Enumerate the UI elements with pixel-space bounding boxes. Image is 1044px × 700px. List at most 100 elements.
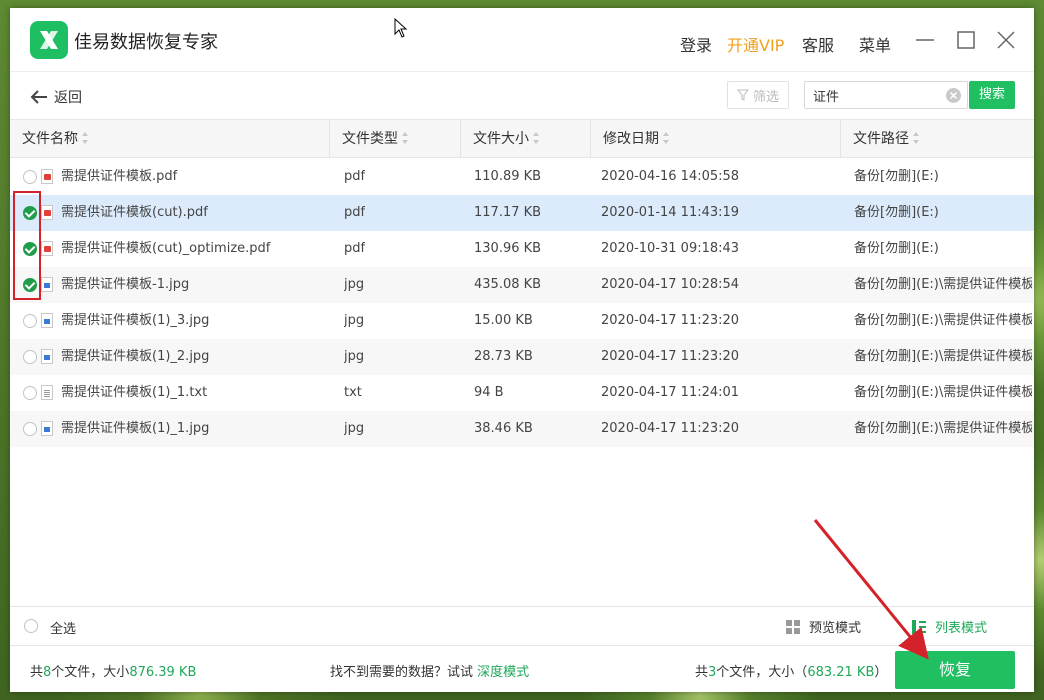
table-row[interactable]: 需提供证件模板(cut).pdf pdf 117.17 KB 2020-01-1…	[10, 195, 1034, 231]
close-icon[interactable]	[994, 28, 1018, 52]
funnel-icon	[736, 89, 749, 101]
column-header-label: 文件类型	[342, 131, 398, 147]
restore-button[interactable]: 恢复	[895, 651, 1015, 689]
table-row[interactable]: 需提供证件模板(1)_3.jpg jpg 15.00 KB 2020-04-17…	[10, 303, 1034, 339]
file-path: 备份[勿删](E:)\需提供证件模板(	[854, 385, 1032, 400]
row-checkbox[interactable]	[23, 314, 37, 328]
file-size: 110.89 KB	[474, 169, 542, 184]
search-field	[804, 81, 968, 109]
checked-rows-highlight-box	[13, 191, 41, 300]
table-header: 文件名称 文件类型 文件大小 修改日期 文件路径	[10, 120, 1034, 158]
grid-icon	[786, 619, 800, 634]
deep-mode-link[interactable]: 深度模式	[477, 665, 529, 680]
preview-mode-button[interactable]: 预览模式	[785, 617, 861, 636]
file-date: 2020-04-16 14:05:58	[601, 169, 740, 184]
sort-icon	[82, 132, 88, 144]
vip-link[interactable]: 开通VIP	[727, 32, 784, 56]
deep-scan-hint: 找不到需要的数据？试试 深度模式	[330, 661, 529, 680]
image-file-icon	[41, 421, 53, 436]
file-name: 需提供证件模板(1)_3.jpg	[61, 313, 210, 328]
file-type: jpg	[344, 421, 365, 436]
file-path: 备份[勿删](E:)\需提供证件模板(	[854, 313, 1032, 328]
text-file-icon	[41, 385, 53, 400]
total-files-summary: 共8个文件，大小876.39 KB	[30, 661, 196, 680]
minimize-icon[interactable]	[913, 28, 937, 52]
row-checkbox[interactable]	[23, 386, 37, 400]
clear-search-icon[interactable]	[946, 88, 961, 103]
app-logo-icon	[30, 21, 68, 59]
table-row[interactable]: 需提供证件模板-1.jpg jpg 435.08 KB 2020-04-17 1…	[10, 267, 1034, 303]
column-header-type[interactable]: 文件类型	[330, 120, 461, 158]
file-size: 435.08 KB	[474, 277, 542, 292]
file-name: 需提供证件模板-1.jpg	[61, 277, 190, 292]
select-all-label[interactable]: 全选	[50, 618, 76, 637]
file-path: 备份[勿删](E:)	[854, 169, 939, 184]
file-name: 需提供证件模板(1)_2.jpg	[61, 349, 210, 364]
file-path: 备份[勿删](E:)\需提供证件模板	[854, 277, 1032, 292]
maximize-icon[interactable]	[954, 28, 978, 52]
selection-bar: 全选 预览模式 列表模式	[10, 606, 1034, 644]
not-found-text: 找不到需要的数据？试试	[330, 665, 474, 680]
sort-icon	[663, 132, 669, 144]
search-button[interactable]: 搜索	[969, 81, 1015, 109]
file-type: jpg	[344, 277, 365, 292]
pdf-file-icon	[41, 241, 53, 256]
file-date: 2020-04-17 11:23:20	[601, 349, 740, 364]
service-link[interactable]: 客服	[802, 32, 834, 56]
search-input[interactable]	[813, 86, 939, 104]
column-header-size[interactable]: 文件大小	[461, 120, 591, 158]
selected-prefix: 共	[695, 665, 709, 680]
file-date: 2020-04-17 10:28:54	[601, 277, 740, 292]
file-type: pdf	[344, 169, 366, 184]
select-all-checkbox[interactable]	[24, 619, 38, 633]
column-header-label: 修改日期	[603, 131, 659, 147]
row-checkbox[interactable]	[23, 170, 37, 184]
sort-icon	[913, 132, 919, 144]
selected-suffix: ）	[874, 665, 888, 680]
sort-icon	[402, 132, 408, 144]
preview-mode-label: 预览模式	[809, 621, 862, 636]
column-header-date[interactable]: 修改日期	[591, 120, 841, 158]
file-path: 备份[勿删](E:)	[854, 241, 939, 256]
file-date: 2020-04-17 11:23:20	[601, 313, 740, 328]
file-name: 需提供证件模板.pdf	[61, 169, 178, 184]
selected-size: 683.21 KB	[807, 665, 875, 680]
table-row[interactable]: 需提供证件模板(1)_1.txt txt 94 B 2020-04-17 11:…	[10, 375, 1034, 411]
column-header-path[interactable]: 文件路径	[841, 120, 1034, 158]
back-button[interactable]: 返回	[30, 86, 82, 108]
file-type: pdf	[344, 205, 366, 220]
file-size: 15.00 KB	[474, 313, 533, 328]
file-size: 130.96 KB	[474, 241, 542, 256]
table-row[interactable]: 需提供证件模板(cut)_optimize.pdf pdf 130.96 KB …	[10, 231, 1034, 267]
filter-button[interactable]: 筛选	[727, 81, 789, 109]
row-checkbox[interactable]	[23, 350, 37, 364]
menu-link[interactable]: 菜单	[859, 32, 891, 56]
column-header-name[interactable]: 文件名称	[10, 120, 330, 158]
file-size: 28.73 KB	[474, 349, 533, 364]
table-row[interactable]: 需提供证件模板(1)_1.jpg jpg 38.46 KB 2020-04-17…	[10, 411, 1034, 447]
file-size: 38.46 KB	[474, 421, 533, 436]
filter-label: 筛选	[752, 89, 779, 105]
file-path: 备份[勿删](E:)\需提供证件模板(	[854, 349, 1032, 364]
list-mode-button[interactable]: 列表模式	[911, 617, 987, 636]
file-path: 备份[勿删](E:)	[854, 205, 939, 220]
pdf-file-icon	[41, 169, 53, 184]
list-icon	[912, 619, 926, 634]
file-name: 需提供证件模板(cut).pdf	[61, 205, 208, 220]
image-file-icon	[41, 277, 53, 292]
back-arrow-icon	[30, 90, 47, 104]
selected-mid: 个文件，大小（	[716, 665, 808, 680]
pdf-file-icon	[41, 205, 53, 220]
image-file-icon	[41, 313, 53, 328]
table-row[interactable]: 需提供证件模板(1)_2.jpg jpg 28.73 KB 2020-04-17…	[10, 339, 1034, 375]
file-type: jpg	[344, 313, 365, 328]
row-checkbox[interactable]	[23, 422, 37, 436]
file-size: 94 B	[474, 385, 504, 400]
title-bar: 佳易数据恢复专家 登录 开通VIP 客服 菜单	[10, 8, 1034, 72]
table-row[interactable]: 需提供证件模板.pdf pdf 110.89 KB 2020-04-16 14:…	[10, 159, 1034, 195]
column-header-label: 文件路径	[853, 131, 909, 147]
total-mid: 个文件，大小	[51, 665, 130, 680]
file-table-body: 需提供证件模板.pdf pdf 110.89 KB 2020-04-16 14:…	[10, 159, 1034, 447]
login-link[interactable]: 登录	[680, 32, 712, 56]
file-type: jpg	[344, 349, 365, 364]
